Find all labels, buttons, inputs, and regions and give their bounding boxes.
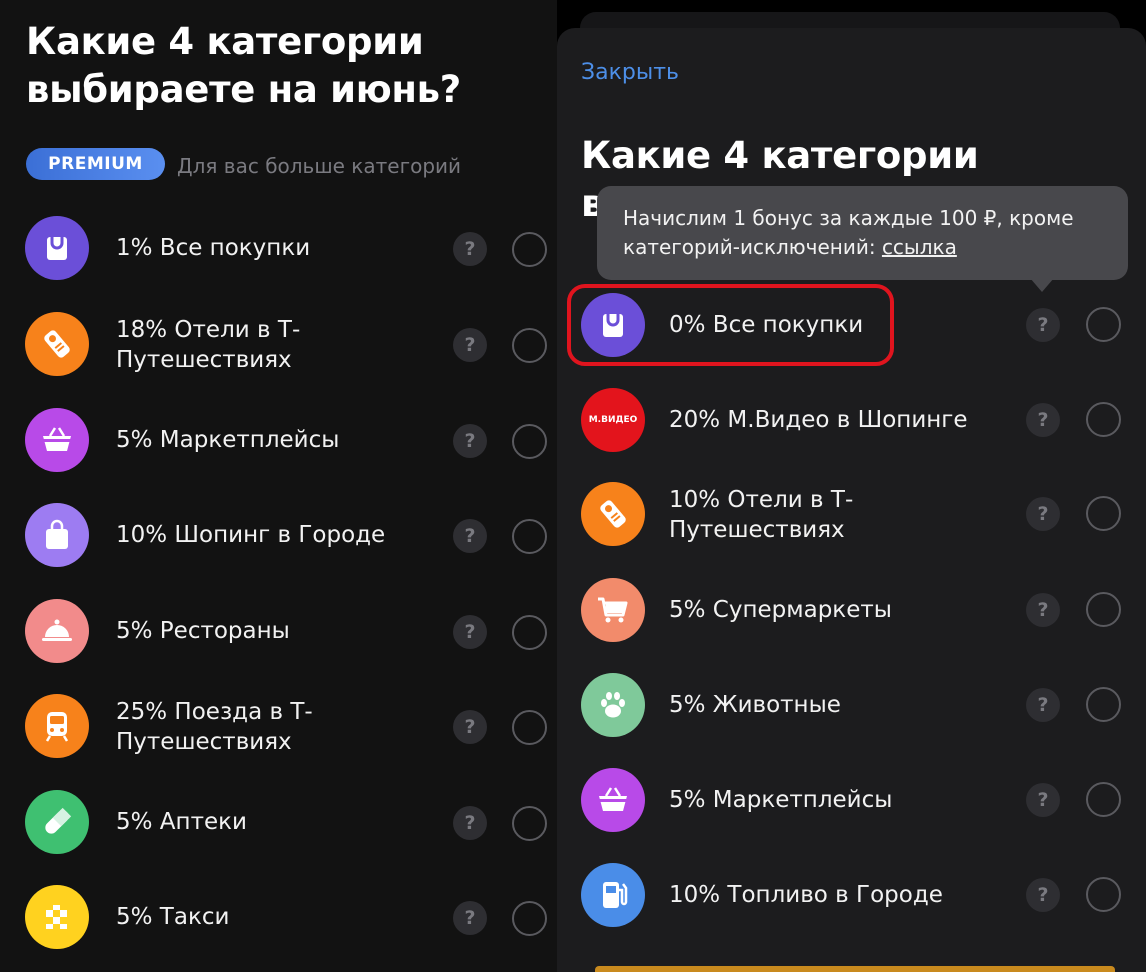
basket-icon: [581, 768, 645, 832]
category-label: 10% Отели в Т-Путешествиях: [669, 487, 854, 543]
category-label: 5% Животные: [669, 692, 841, 718]
category-picker-left: Какие 4 категории выбираете на июнь? PRE…: [0, 0, 557, 972]
select-radio[interactable]: [512, 615, 547, 650]
category-label: 20% М.Видео в Шопинге: [669, 407, 968, 433]
select-radio[interactable]: [512, 806, 547, 841]
help-button[interactable]: ?: [453, 901, 487, 935]
shopping-bag-icon: [25, 216, 89, 280]
bottom-button-edge: [595, 966, 1115, 972]
shopping-bag-icon: [25, 503, 89, 567]
category-row[interactable]: 10% Шопинг в Городе ?: [0, 495, 557, 575]
cloche-icon: [25, 599, 89, 663]
category-row[interactable]: 5% Маркетплейсы ?: [0, 400, 557, 480]
select-radio[interactable]: [1086, 782, 1121, 817]
category-label: 18% Отели в Т-Путешествиях: [116, 317, 301, 373]
paw-icon: [581, 673, 645, 737]
category-row[interactable]: 5% Рестораны ?: [0, 591, 557, 671]
tooltip-text: Начислим 1 бонус за каждые 100 ₽, кроме …: [623, 206, 1074, 259]
category-label: 10% Шопинг в Городе: [116, 522, 386, 548]
mvideo-logo-icon: М.ВИДЕО: [581, 388, 645, 452]
highlight-annotation: [567, 284, 894, 366]
select-radio[interactable]: [512, 424, 547, 459]
select-radio[interactable]: [512, 232, 547, 267]
select-radio[interactable]: [512, 710, 547, 745]
category-label: 5% Такси: [116, 904, 230, 930]
fuel-pump-icon: [581, 863, 645, 927]
taxi-checker-icon: [25, 885, 89, 949]
select-radio[interactable]: [1086, 402, 1121, 437]
door-hanger-icon: [581, 482, 645, 546]
pill-icon: [25, 790, 89, 854]
help-button[interactable]: ?: [1026, 878, 1060, 912]
help-button[interactable]: ?: [1026, 308, 1060, 342]
premium-subtitle: Для вас больше категорий: [177, 154, 462, 178]
help-button[interactable]: ?: [453, 424, 487, 458]
select-radio[interactable]: [1086, 592, 1121, 627]
page-title: Какие 4 категории выбираете на июнь?: [26, 20, 461, 111]
category-row[interactable]: 1% Все покупки ?: [0, 208, 557, 288]
train-icon: [25, 694, 89, 758]
category-label: 5% Супермаркеты: [669, 597, 892, 623]
close-button[interactable]: Закрыть: [581, 58, 679, 88]
info-tooltip: Начислим 1 бонус за каждые 100 ₽, кроме …: [597, 186, 1128, 280]
exclusions-link[interactable]: ссылка: [882, 235, 957, 259]
help-button[interactable]: ?: [453, 615, 487, 649]
category-label: 5% Маркетплейсы: [116, 427, 340, 453]
category-row[interactable]: 10% Отели в Т-Путешествиях ?: [557, 474, 1146, 554]
category-row[interactable]: 5% Аптеки ?: [0, 782, 557, 862]
help-button[interactable]: ?: [453, 519, 487, 553]
basket-icon: [25, 408, 89, 472]
category-label: 5% Аптеки: [116, 809, 247, 835]
mvideo-logo-text: М.ВИДЕО: [588, 415, 638, 425]
category-label: 5% Рестораны: [116, 618, 290, 644]
premium-badge: PREMIUM: [26, 148, 165, 180]
select-radio[interactable]: [1086, 687, 1121, 722]
help-button[interactable]: ?: [1026, 783, 1060, 817]
category-row[interactable]: 18% Отели в Т-Путешествиях ?: [0, 304, 557, 384]
help-button[interactable]: ?: [1026, 403, 1060, 437]
screen: Какие 4 категории выбираете на июнь? PRE…: [0, 0, 1146, 972]
select-radio[interactable]: [512, 519, 547, 554]
category-row[interactable]: 25% Поезда в Т-Путешествиях ?: [0, 686, 557, 766]
category-row[interactable]: 5% Супермаркеты ?: [557, 570, 1146, 650]
tooltip-arrow: [1030, 278, 1054, 292]
help-button[interactable]: ?: [453, 328, 487, 362]
select-radio[interactable]: [1086, 877, 1121, 912]
help-button[interactable]: ?: [453, 710, 487, 744]
help-button[interactable]: ?: [1026, 593, 1060, 627]
select-radio[interactable]: [512, 901, 547, 936]
category-row[interactable]: М.ВИДЕО 20% М.Видео в Шопинге ?: [557, 380, 1146, 460]
shopping-cart-icon: [581, 578, 645, 642]
category-label: 1% Все покупки: [116, 235, 311, 261]
help-button[interactable]: ?: [453, 806, 487, 840]
help-button[interactable]: ?: [1026, 497, 1060, 531]
category-row[interactable]: 5% Животные ?: [557, 665, 1146, 745]
sheet-title-text: Какие 4 категории: [581, 134, 979, 177]
door-hanger-icon: [25, 312, 89, 376]
category-row[interactable]: 10% Топливо в Городе ?: [557, 855, 1146, 935]
select-radio[interactable]: [1086, 307, 1121, 342]
help-button[interactable]: ?: [1026, 688, 1060, 722]
category-label: 25% Поезда в Т-Путешествиях: [116, 699, 313, 755]
category-label: 10% Топливо в Городе: [669, 882, 943, 908]
help-button[interactable]: ?: [453, 232, 487, 266]
category-label: 5% Маркетплейсы: [669, 787, 893, 813]
select-radio[interactable]: [512, 328, 547, 363]
category-row[interactable]: 5% Такси ?: [0, 877, 557, 957]
category-row[interactable]: 5% Маркетплейсы ?: [557, 760, 1146, 840]
select-radio[interactable]: [1086, 496, 1121, 531]
bottom-sheet: Закрыть Какие 4 категории в 0% Все покуп…: [557, 28, 1146, 972]
